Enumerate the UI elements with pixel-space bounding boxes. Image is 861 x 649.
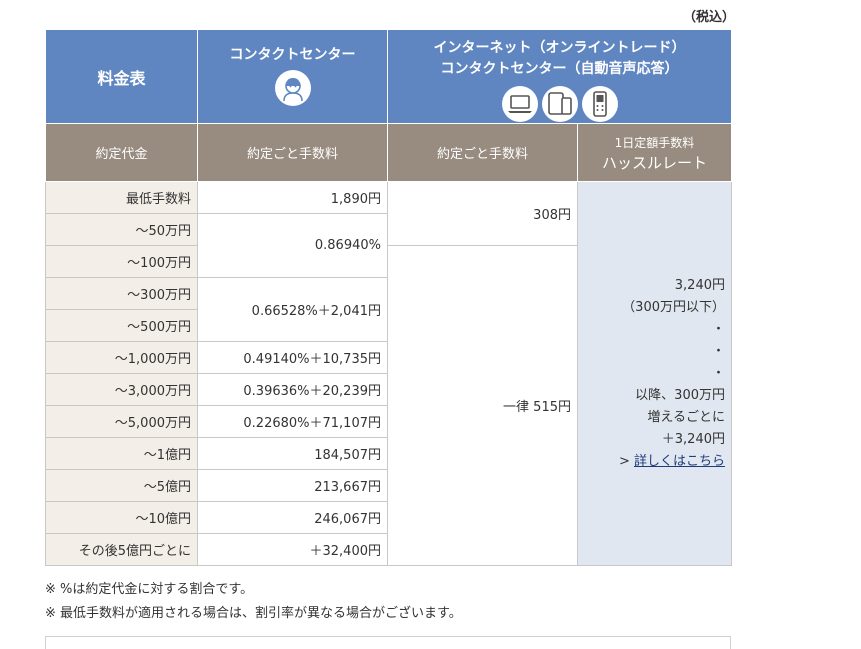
fee-cell: 213,667円 (197, 469, 388, 502)
amount-cell: ～10億円 (45, 501, 198, 534)
hassle-after-1: 以降、300万円 (635, 387, 725, 403)
daily-flat-fee-header: 1日定額手数料 ハッスルレート (577, 123, 732, 182)
contact-center-label: コンタクトセンター (229, 47, 356, 63)
mobile-phone-icon (581, 86, 618, 122)
amount-cell: ～50万円 (45, 213, 198, 246)
fee-cell: 1,890円 (197, 181, 388, 214)
amount-cell: ～3,000万円 (45, 373, 198, 406)
amount-cell: その後5億円ごとに (45, 533, 198, 566)
amount-cell: 最低手数料 (45, 181, 198, 214)
hassle-after-3: ＋3,240円 (661, 431, 725, 447)
internet-flat-fee: 一律 515円 (387, 245, 578, 566)
internet-low-fee: 308円 (387, 181, 578, 246)
laptop-icon (501, 86, 538, 122)
per-trade-fee-header-internet: 約定ごと手数料 (387, 123, 578, 182)
fee-cell: 0.49140%＋10,735円 (197, 341, 388, 374)
fee-cell: 0.66528%＋2,041円 (197, 277, 388, 342)
internet-label-1: インターネット（オンライントレード） (433, 40, 686, 56)
hassle-dot: ・ (711, 343, 725, 359)
contact-center-header: コンタクトセンター (197, 29, 388, 124)
amount-cell: ～1億円 (45, 437, 198, 470)
fee-cell: 0.86940% (197, 213, 388, 278)
chevron-right-icon: > (618, 453, 630, 469)
hassle-rate-cell: 3,240円 （300万円以下） ・ ・ ・ 以降、300万円 増えるごとに ＋… (577, 181, 732, 566)
hassle-after-2: 増えるごとに (647, 409, 725, 425)
hassle-price: 3,240円 (674, 277, 725, 293)
fee-cell: 0.39636%＋20,239円 (197, 373, 388, 406)
tablet-phone-icon (541, 86, 578, 122)
internet-label-2: コンタクトセンター（自動音声応答） (440, 61, 679, 77)
fee-cell: 246,067円 (197, 501, 388, 534)
amount-cell: ～5億円 (45, 469, 198, 502)
amount-cell: ～5,000万円 (45, 405, 198, 438)
internet-header: インターネット（オンライントレード） コンタクトセンター（自動音声応答） (387, 29, 732, 124)
fee-cell: ＋32,400円 (197, 533, 388, 566)
fee-table: 料金表 コンタクトセンター インターネット（オンライントレード） コンタクトセン… (45, 29, 732, 566)
tax-note: （税込） (683, 10, 736, 25)
amount-cell: ～500万円 (45, 309, 198, 342)
amount-column-header: 約定代金 (45, 123, 198, 182)
hassle-rate-label: ハッスルレート (601, 153, 707, 172)
details-link[interactable]: 詳しくはこちら (634, 454, 725, 469)
amount-cell: ～1,000万円 (45, 341, 198, 374)
note-percent: ※ %は約定代金に対する割合です。 (45, 582, 254, 597)
amount-cell: ～100万円 (45, 245, 198, 278)
hassle-limit: （300万円以下） (622, 299, 725, 315)
hassle-dot: ・ (711, 365, 725, 381)
fee-cell: 0.22680%＋71,107円 (197, 405, 388, 438)
per-trade-fee-header: 約定ごと手数料 (197, 123, 388, 182)
daily-flat-fee-label: 1日定額手数料 (614, 135, 695, 150)
note-minimum-fee: ※ 最低手数料が適用される場合は、割引率が異なる場合がございます。 (45, 606, 462, 621)
hassle-dot: ・ (711, 321, 725, 337)
person-headset-icon (274, 70, 311, 106)
table-title: 料金表 (45, 29, 198, 124)
fee-cell: 184,507円 (197, 437, 388, 470)
amount-cell: ～300万円 (45, 277, 198, 310)
